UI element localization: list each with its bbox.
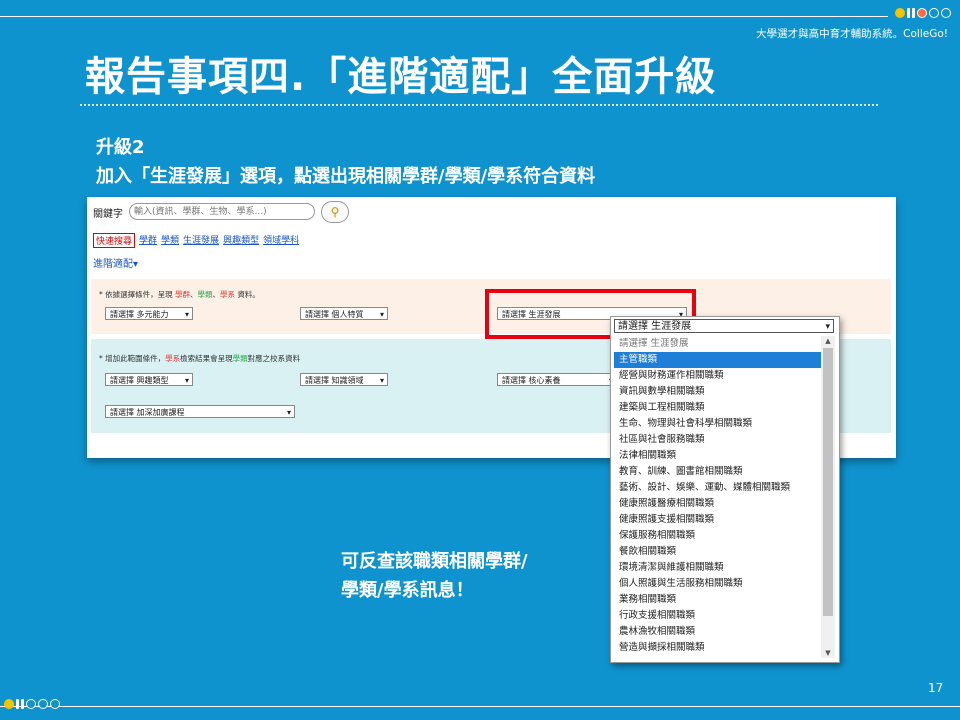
search-button[interactable]: ⚲	[321, 201, 349, 223]
career-option[interactable]: 餐飲相關職類	[614, 544, 821, 560]
personal-trait-select[interactable]: 請選擇 個人特質	[300, 307, 388, 321]
tab-category[interactable]: 學類	[161, 233, 179, 248]
tab-career[interactable]: 生涯發展	[183, 233, 219, 248]
bottom-divider	[0, 706, 960, 707]
range-note: * 增加此範圍條件，學系檢索結果會呈現學類對應之校系資料	[99, 354, 301, 363]
career-option[interactable]: 建築與工程相關職類	[614, 400, 821, 416]
career-option[interactable]: 藝術、設計、娛樂、運動、媒體相關職類	[614, 480, 821, 496]
tab-interest[interactable]: 興趣類型	[223, 233, 259, 248]
career-option[interactable]: 農林漁牧相關職類	[614, 624, 821, 640]
upgrade-description: 加入「生涯發展」選項，點選出現相關學群/學類/學系符合資料	[96, 166, 596, 187]
career-option[interactable]: 社區與社會服務職類	[614, 432, 821, 448]
upgrade-heading: 升級2	[96, 137, 145, 158]
career-option[interactable]: 行政支援相關職類	[614, 608, 821, 624]
career-option[interactable]: 法律相關職類	[614, 448, 821, 464]
scrollbar-thumb[interactable]	[823, 348, 833, 616]
career-option[interactable]: 請選擇 生涯發展	[614, 336, 821, 352]
collego-logo	[895, 8, 951, 18]
career-option[interactable]: 保護服務相關職類	[614, 528, 821, 544]
career-option[interactable]: 主管職類	[614, 352, 821, 368]
slide-title: 報告事項四.「進階適配」全面升級	[85, 54, 717, 100]
knowledge-field-select[interactable]: 請選擇 知識領域	[300, 373, 388, 387]
tab-quick-search[interactable]: 快速搜尋	[93, 233, 136, 248]
keyword-search-input[interactable]: 輸入(資訊、學群、生物、學系...)	[129, 203, 315, 220]
career-options-list: 請選擇 生涯發展 主管職類 經營與財務運作相關職類 資訊與數學相關職類 建築與工程相關職…	[614, 336, 821, 656]
advanced-course-select[interactable]: 請選擇 加深加廣課程	[105, 405, 295, 419]
core-literacy-select[interactable]: 請選擇 核心素養	[497, 373, 617, 387]
footer-logo	[4, 699, 60, 709]
interest-type-select[interactable]: 請選擇 興趣類型	[105, 373, 193, 387]
career-option[interactable]: 健康照護醫療相關職類	[614, 496, 821, 512]
top-divider	[0, 16, 888, 17]
keyword-label: 關鍵字	[93, 209, 123, 220]
career-option[interactable]: 業務相關職類	[614, 592, 821, 608]
career-option[interactable]: 經營與財務運作相關職類	[614, 368, 821, 384]
tab-group[interactable]: 學群	[139, 233, 157, 248]
title-dotted-divider	[80, 104, 878, 106]
search-icon: ⚲	[330, 205, 340, 219]
career-option[interactable]: 環境清潔與維護相關職類	[614, 560, 821, 576]
career-option[interactable]: 營造與擷採相關職類	[614, 640, 821, 656]
career-option[interactable]: 教育、訓練、圖書館相關職類	[614, 464, 821, 480]
career-option[interactable]: 生命、物理與社會科學相關職類	[614, 416, 821, 432]
career-option[interactable]: 健康照護支援相關職類	[614, 512, 821, 528]
slide-subtitle: 大學選才與高中育才輔助系統。ColleGo!	[756, 28, 948, 40]
career-option[interactable]: 個人照護與生活服務相關職類	[614, 576, 821, 592]
callout-text: 可反查該職類相關學群/ 學類/學系訊息！	[341, 551, 528, 601]
career-dropdown[interactable]: 請選擇 生涯發展 請選擇 生涯發展主管職類經營與財務運作相關職類資訊與數學相關職…	[610, 316, 840, 663]
advanced-match-toggle[interactable]: 進階適配▾	[93, 255, 138, 270]
career-option[interactable]: 資訊與數學相關職類	[614, 384, 821, 400]
multi-ability-select[interactable]: 請選擇 多元能力	[105, 307, 193, 321]
search-tabs: 快速搜尋 學群 學類 生涯發展 興趣類型 領域學科	[93, 233, 299, 248]
scroll-down-icon[interactable]: ▼	[821, 649, 835, 657]
tab-subject[interactable]: 領域學科	[263, 233, 299, 248]
dropdown-scrollbar[interactable]: ▲ ▼	[821, 336, 835, 658]
career-dropdown-selected[interactable]: 請選擇 生涯發展	[614, 319, 834, 334]
scroll-up-icon[interactable]: ▲	[821, 337, 835, 345]
condition-note: * 依據選擇條件，呈現 學群、學類、學系 資料。	[99, 290, 260, 299]
page-number: 17	[928, 681, 944, 695]
